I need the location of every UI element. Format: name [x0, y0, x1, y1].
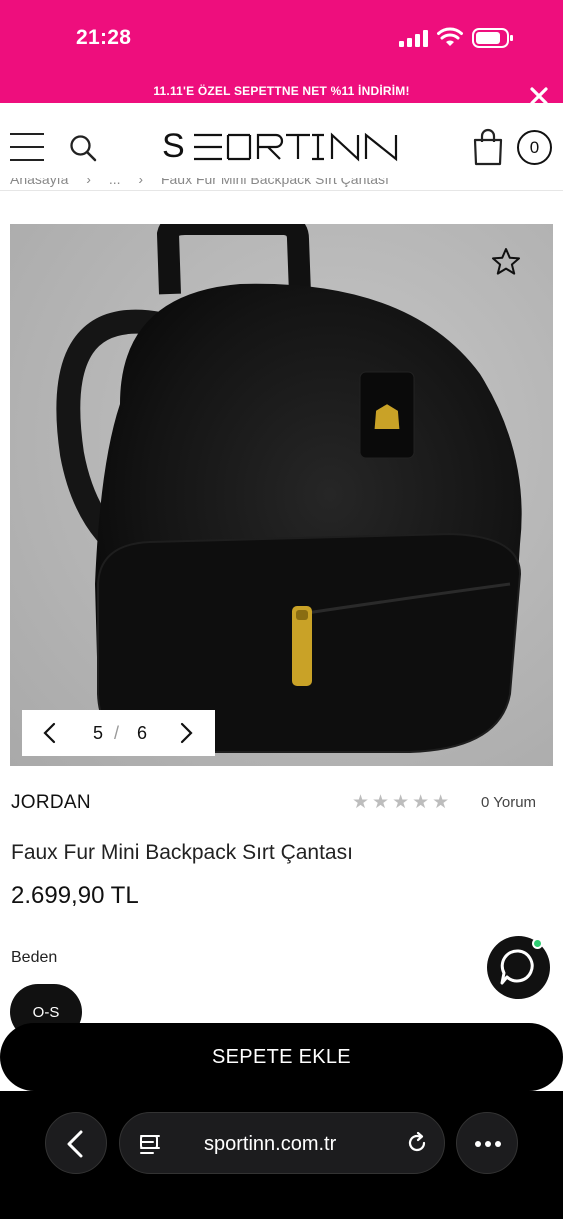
- menu-icon[interactable]: [10, 133, 44, 161]
- product-title: Faux Fur Mini Backpack Sırt Çantası: [11, 841, 353, 864]
- signal-icon: [399, 30, 429, 47]
- url-text[interactable]: sportinn.com.tr: [204, 1133, 336, 1156]
- reload-icon[interactable]: [405, 1131, 429, 1155]
- chevron-left-icon: [67, 1130, 83, 1158]
- status-time: 21:28: [76, 26, 132, 49]
- address-bar[interactable]: sportinn.com.tr: [119, 1112, 445, 1174]
- tabs-icon[interactable]: [139, 1133, 161, 1155]
- site-logo[interactable]: S: [162, 129, 402, 165]
- breadcrumb-ellipsis[interactable]: ...: [109, 178, 121, 187]
- online-status-dot: [532, 938, 543, 949]
- promo-text: 11.11'E ÖZEL SEPETTNE NET %11 İNDİRİM!: [153, 84, 410, 98]
- add-to-cart-button[interactable]: SEPETE EKLE: [0, 1023, 563, 1091]
- backpack-illustration: ☗: [56, 224, 522, 753]
- review-count[interactable]: 0 Yorum: [481, 794, 536, 811]
- more-options-button[interactable]: [456, 1112, 518, 1174]
- product-price: 2.699,90 TL: [11, 882, 139, 909]
- shopping-bag-icon[interactable]: [472, 128, 504, 166]
- breadcrumb-home[interactable]: Anasayfa: [10, 178, 68, 187]
- rating-stars[interactable]: ★★★★★: [352, 791, 452, 814]
- chevron-left-icon[interactable]: [40, 722, 60, 744]
- gallery-current-index: 5: [92, 723, 103, 743]
- chevron-right-icon: ›: [138, 178, 144, 187]
- gallery-total: 6: [136, 723, 147, 743]
- wifi-icon: [437, 27, 463, 46]
- product-image[interactable]: ☗: [10, 224, 553, 766]
- browser-back-button[interactable]: [45, 1112, 107, 1174]
- gallery-pager: 5 / 6: [22, 710, 215, 756]
- breadcrumb: Anasayfa › ... › Faux Fur Mini Backpack …: [0, 178, 563, 190]
- svg-text:S: S: [162, 129, 190, 165]
- battery-icon: [472, 28, 513, 48]
- gallery-separator: /: [114, 723, 120, 743]
- svg-text:☗: ☗: [372, 398, 402, 438]
- cart-count-badge[interactable]: 0: [517, 130, 552, 165]
- breadcrumb-current: Faux Fur Mini Backpack Sırt Çantası: [160, 178, 389, 187]
- star-outline-icon[interactable]: [490, 246, 522, 278]
- product-brand[interactable]: JORDAN: [11, 792, 91, 814]
- more-icon: [475, 1141, 501, 1147]
- search-icon[interactable]: [68, 133, 98, 163]
- size-label: Beden: [11, 949, 58, 966]
- chevron-right-icon[interactable]: [176, 722, 196, 744]
- chevron-right-icon: ›: [86, 178, 91, 187]
